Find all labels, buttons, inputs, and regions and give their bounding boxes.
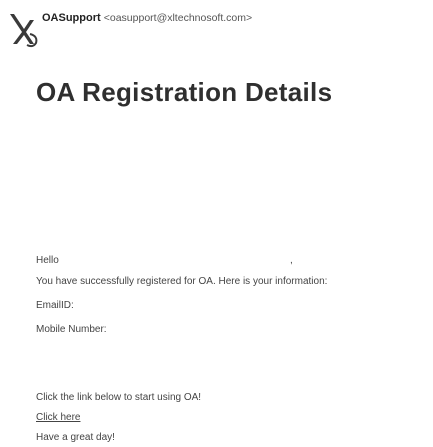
email-header: OASupport <oasupport@xltechnosoft.com> [6,8,426,48]
sender-email[interactable]: <oasupport@xltechnosoft.com> [104,12,252,24]
greeting-text: Hello [36,255,59,266]
greeting-punctuation: , [290,255,293,266]
mobile-number-label: Mobile Number: [36,324,107,335]
email-title: OA Registration Details [36,77,333,107]
click-here-link-text[interactable]: Click here [36,412,80,423]
signoff-text: Have a great day! [36,432,115,443]
sender-name: OASupport [42,12,101,24]
email-id-label: EmailID: [36,300,74,311]
xl-logo-icon [10,14,38,48]
greeting-row: Hello , [36,255,296,266]
cta-text: Click the link below to start using OA! [36,392,202,403]
sender-line: OASupport <oasupport@xltechnosoft.com> [42,12,252,24]
click-here-link[interactable]: Click here [36,412,80,423]
intro-text: You have successfully registered for OA.… [36,276,328,287]
